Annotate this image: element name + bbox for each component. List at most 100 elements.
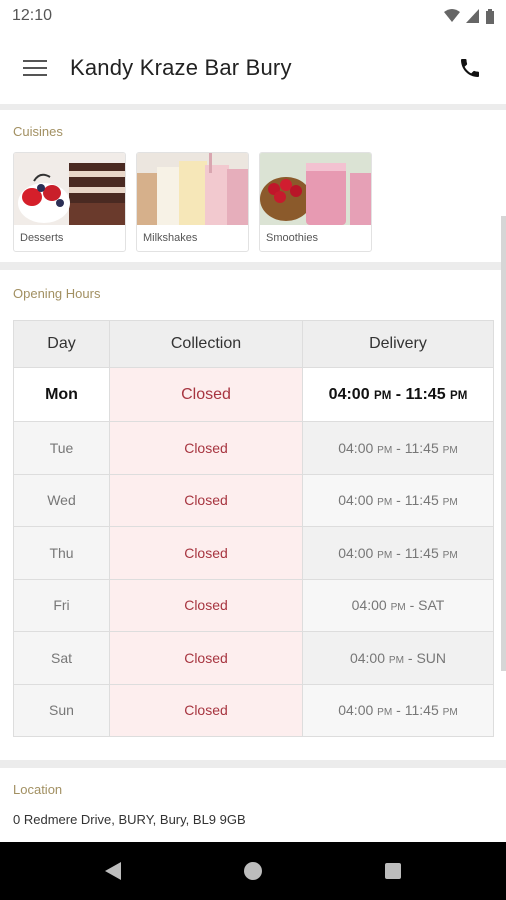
collection-cell: Closed [109, 578, 303, 632]
delivery-end: 11:45 [404, 702, 439, 719]
delivery-start: 04:00 [328, 385, 370, 403]
cuisines-section: Cuisines Desserts Milkshakes Smoothies [0, 110, 506, 262]
battery-icon [486, 8, 494, 24]
menu-button[interactable] [0, 32, 70, 104]
table-row: Tue Closed 04:00 PM - 11:45 PM [13, 421, 494, 475]
delivery-start: 04:00 [349, 649, 385, 666]
delivery-start: 04:00 [338, 544, 374, 561]
delivery-start-suffix: PM [388, 654, 405, 666]
back-icon [105, 862, 121, 880]
collection-cell: Closed [109, 367, 303, 422]
cuisine-label: Smoothies [266, 232, 318, 244]
table-row: Mon Closed 04:00 PM - 11:45 PM [13, 367, 494, 422]
smoothies-image [260, 153, 371, 225]
delivery-start-suffix: PM [377, 707, 393, 719]
table-row: Fri Closed 04:00 PM - SAT [13, 578, 494, 632]
delivery-start-suffix: PM [390, 602, 406, 614]
status-bar: 12:10 [0, 0, 506, 32]
menu-icon [23, 60, 47, 76]
delivery-end: SAT [418, 597, 445, 614]
location-section: Location 0 Redmere Drive, BURY, Bury, BL… [0, 768, 506, 842]
app-bar: Kandy Kraze Bar Bury [0, 32, 506, 104]
status-time: 12:10 [12, 7, 53, 24]
location-label: Location [13, 782, 63, 797]
home-icon [244, 862, 262, 880]
delivery-start-suffix: PM [377, 549, 393, 561]
signal-icon [466, 9, 479, 23]
delivery-end-suffix: PM [442, 444, 458, 456]
phone-icon [461, 59, 479, 77]
delivery-cell: 04:00 PM - 11:45 PM [302, 473, 494, 527]
table-row: Sun Closed 04:00 PM - 11:45 PM [13, 683, 494, 737]
delivery-end-suffix: PM [442, 707, 458, 719]
delivery-start-suffix: PM [377, 497, 393, 509]
desserts-image [14, 153, 125, 225]
cuisine-tile-milkshakes[interactable]: Milkshakes [136, 152, 249, 252]
table-row: Sat Closed 04:00 PM - SUN [13, 631, 494, 685]
delivery-cell: 04:00 PM - SAT [302, 578, 494, 632]
recents-icon [385, 863, 401, 879]
home-button[interactable] [238, 856, 268, 886]
delivery-separator: - [392, 492, 405, 509]
delivery-cell: 04:00 PM - SUN [302, 631, 494, 685]
collection-cell: Closed [109, 631, 303, 685]
table-row: Wed Closed 04:00 PM - 11:45 PM [13, 473, 494, 527]
day-cell: Thu [13, 526, 110, 580]
wifi-icon [444, 9, 460, 22]
column-header-day: Day [13, 320, 110, 368]
collection-cell: Closed [109, 473, 303, 527]
delivery-separator: - [391, 385, 406, 403]
delivery-separator: - [405, 597, 419, 614]
delivery-start: 04:00 [338, 492, 374, 509]
cuisines-label: Cuisines [13, 124, 63, 139]
delivery-end: 11:45 [404, 492, 439, 509]
column-header-collection: Collection [109, 320, 303, 368]
delivery-end-suffix: PM [442, 549, 458, 561]
delivery-end: 11:45 [404, 544, 439, 561]
cuisine-list: Desserts Milkshakes Smoothies [13, 152, 372, 252]
delivery-end: 11:45 [404, 439, 439, 456]
back-button[interactable] [98, 856, 128, 886]
day-cell: Sat [13, 631, 110, 685]
day-cell: Tue [13, 421, 110, 475]
delivery-separator: - [392, 439, 405, 456]
call-button[interactable] [434, 32, 506, 104]
delivery-end: SUN [416, 649, 447, 666]
delivery-end-suffix: PM [442, 497, 458, 509]
column-header-delivery: Delivery [302, 320, 494, 368]
collection-cell: Closed [109, 421, 303, 475]
delivery-separator: - [392, 544, 405, 561]
address-text: 0 Redmere Drive, BURY, Bury, BL9 9GB [13, 812, 246, 827]
milkshakes-image [137, 153, 248, 225]
delivery-end-suffix: PM [450, 389, 468, 402]
day-cell: Fri [13, 578, 110, 632]
delivery-cell: 04:00 PM - 11:45 PM [302, 683, 494, 737]
delivery-separator: - [392, 702, 405, 719]
delivery-start: 04:00 [338, 439, 374, 456]
cuisine-label: Milkshakes [143, 232, 198, 244]
delivery-cell: 04:00 PM - 11:45 PM [302, 421, 494, 475]
status-icons [444, 8, 494, 24]
opening-hours-table: Day Collection Delivery Mon Closed 04:00… [13, 320, 494, 737]
delivery-cell: 04:00 PM - 11:45 PM [302, 367, 494, 422]
scrollbar[interactable] [501, 216, 506, 671]
delivery-start-suffix: PM [374, 389, 392, 402]
delivery-cell: 04:00 PM - 11:45 PM [302, 526, 494, 580]
collection-cell: Closed [109, 526, 303, 580]
recents-button[interactable] [378, 856, 408, 886]
cuisine-tile-smoothies[interactable]: Smoothies [259, 152, 372, 252]
cuisine-label: Desserts [20, 232, 64, 244]
table-row: Thu Closed 04:00 PM - 11:45 PM [13, 526, 494, 580]
collection-cell: Closed [109, 683, 303, 737]
day-cell: Mon [13, 367, 110, 422]
delivery-start: 04:00 [338, 702, 374, 719]
system-nav-bar [0, 842, 506, 900]
opening-hours-label: Opening Hours [13, 286, 101, 301]
delivery-separator: - [404, 649, 417, 666]
day-cell: Wed [13, 473, 110, 527]
page-title: Kandy Kraze Bar Bury [70, 55, 292, 80]
cuisine-tile-desserts[interactable]: Desserts [13, 152, 126, 252]
delivery-end: 11:45 [405, 385, 446, 403]
opening-hours-section: Opening Hours Day Collection Delivery Mo… [0, 270, 506, 760]
day-cell: Sun [13, 683, 110, 737]
